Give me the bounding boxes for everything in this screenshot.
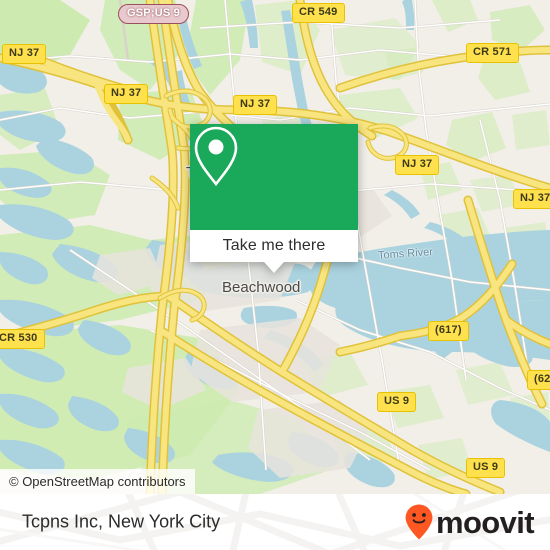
- road-shield-cr530[interactable]: CR 530: [0, 329, 45, 349]
- road-shield-cr549[interactable]: CR 549: [292, 3, 345, 23]
- road-shield-cr571[interactable]: CR 571: [466, 43, 519, 63]
- moovit-logo[interactable]: moovit: [405, 504, 535, 540]
- road-shield-gsp-us9[interactable]: GSP;US 9: [118, 4, 189, 24]
- take-me-there-label: Take me there: [222, 237, 326, 254]
- osm-attribution[interactable]: © OpenStreetMap contributors: [0, 469, 195, 494]
- road-shield-nj37-west[interactable]: NJ 37: [2, 44, 47, 64]
- road-shield-nj37-far-east[interactable]: NJ 37: [513, 189, 550, 209]
- popup-pointer: [264, 262, 284, 273]
- road-shield-62-cut[interactable]: (62: [527, 370, 550, 390]
- place-title: Tcpns Inc, New York City: [22, 511, 221, 532]
- road-shield-nj37-east[interactable]: NJ 37: [395, 155, 440, 175]
- moovit-map-page: GSP;US 9 CR 549 NJ 37 CR 571 NJ 37 NJ 37…: [0, 0, 550, 550]
- map-pin-icon: [194, 126, 238, 187]
- road-shield-us9-mid[interactable]: US 9: [377, 392, 417, 412]
- road-shield-617[interactable]: (617): [428, 321, 469, 341]
- road-shield-nj37-north[interactable]: NJ 37: [233, 95, 278, 115]
- popup-action-row[interactable]: Take me there: [190, 230, 358, 262]
- bottom-info-bar: Tcpns Inc, New York City moovit: [0, 494, 550, 550]
- moovit-pin-smiley-icon: [405, 504, 433, 540]
- map-canvas[interactable]: GSP;US 9 CR 549 NJ 37 CR 571 NJ 37 NJ 37…: [0, 0, 550, 494]
- road-shield-nj37-northwest[interactable]: NJ 37: [104, 84, 149, 104]
- place-label-beachwood: Beachwood: [222, 279, 301, 296]
- road-shield-us9-south[interactable]: US 9: [466, 458, 506, 478]
- popup-header: [190, 124, 358, 230]
- location-popup-card[interactable]: Take me there: [190, 124, 358, 273]
- moovit-wordmark: moovit: [435, 504, 535, 540]
